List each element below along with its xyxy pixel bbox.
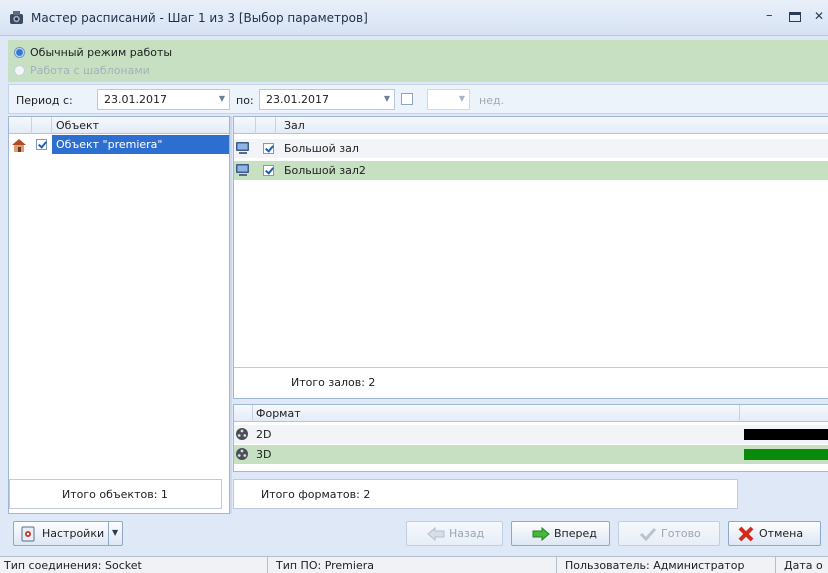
date-from-value: 23.01.2017 <box>104 93 167 106</box>
chevron-down-icon[interactable]: ▼ <box>384 94 390 103</box>
table-row[interactable]: 3D <box>234 445 828 464</box>
column-header-hall[interactable]: Зал <box>284 119 305 132</box>
radio-label: Обычный режим работы <box>30 45 173 59</box>
weeks-label: нед. <box>479 94 505 107</box>
split-separator <box>108 522 109 545</box>
object-name: Объект "premiera" <box>56 138 163 151</box>
formats-grid-header: Формат <box>234 405 828 422</box>
formats-grid: Формат 2D 3D <box>233 404 828 472</box>
period-bar: Период с: 23.01.2017 ▼ по: 23.01.2017 ▼ … <box>8 84 828 114</box>
close-icon <box>738 526 754 541</box>
building-icon <box>12 139 26 152</box>
cancel-button-label: Отмена <box>759 527 804 540</box>
table-row[interactable]: Большой зал <box>234 139 828 158</box>
period-from-label: Период с: <box>16 94 73 107</box>
format-name: 2D <box>256 428 272 441</box>
minimize-button[interactable]: – <box>766 8 780 26</box>
film-reel-icon <box>236 428 248 440</box>
settings-button[interactable]: Настройки ▼ <box>13 521 123 546</box>
format-color-swatch <box>744 449 828 460</box>
status-bar: Тип соединения: Socket Тип ПО: Premiera … <box>0 556 828 573</box>
weeks-input[interactable]: ▼ <box>427 89 470 110</box>
row-checkbox[interactable] <box>263 165 274 176</box>
weeks-checkbox[interactable] <box>401 93 413 105</box>
radio-normal-mode[interactable]: Обычный режим работы <box>14 44 172 60</box>
chevron-down-icon[interactable]: ▼ <box>112 528 118 537</box>
checkmark-icon <box>639 527 657 541</box>
close-button[interactable]: ✕ <box>814 9 828 25</box>
monitor-icon <box>236 164 249 176</box>
date-from-input[interactable]: 23.01.2017 ▼ <box>97 89 230 110</box>
column-header-object[interactable]: Объект <box>56 119 99 132</box>
column-separator <box>51 117 52 134</box>
date-to-value: 23.01.2017 <box>266 93 329 106</box>
radio-button-checked[interactable] <box>14 46 25 58</box>
title-bar: Мастер расписаний - Шаг 1 из 3 [Выбор па… <box>0 0 828 36</box>
settings-button-label: Настройки <box>42 527 105 540</box>
period-to-label: по: <box>236 94 254 107</box>
formats-footer: Итого форматов: 2 <box>233 474 828 514</box>
forward-button-label: Вперед <box>554 527 597 540</box>
format-color-swatch <box>744 429 828 440</box>
table-row[interactable]: Большой зал2 <box>234 161 828 180</box>
status-user: Пользователь: Администратор <box>557 557 776 573</box>
halls-total: Итого залов: 2 <box>234 367 828 397</box>
halls-grid: Зал Большой зал Большой зал2 Итого залов… <box>233 116 828 399</box>
vertical-splitter[interactable] <box>230 116 232 514</box>
row-checkbox[interactable] <box>36 139 47 150</box>
done-button[interactable]: Готово <box>618 521 720 546</box>
column-separator <box>255 117 256 134</box>
date-to-input[interactable]: 23.01.2017 ▼ <box>259 89 395 110</box>
objects-grid-header: Объект <box>9 117 229 134</box>
format-name: 3D <box>256 448 272 461</box>
schedule-wizard-icon <box>10 11 23 24</box>
column-separator <box>739 405 740 422</box>
back-button-label: Назад <box>449 527 485 540</box>
forward-button[interactable]: Вперед <box>511 521 610 546</box>
back-button[interactable]: Назад <box>406 521 503 546</box>
radio-label: Работа с шаблонами <box>30 63 150 77</box>
mode-panel: Обычный режим работы Работа с шаблонами <box>8 40 828 82</box>
column-header-format[interactable]: Формат <box>256 407 301 420</box>
done-button-label: Готово <box>661 527 701 540</box>
status-connection: Тип соединения: Socket <box>0 557 268 573</box>
formats-total: Итого форматов: 2 <box>233 479 738 509</box>
window-title: Мастер расписаний - Шаг 1 из 3 [Выбор па… <box>31 11 368 25</box>
arrow-left-icon <box>427 526 445 541</box>
maximize-button[interactable] <box>789 12 801 22</box>
table-row[interactable]: 2D <box>234 425 828 444</box>
monitor-icon <box>236 142 249 154</box>
hall-name: Большой зал2 <box>284 164 366 177</box>
column-separator <box>31 117 32 134</box>
objects-total: Итого объектов: 1 <box>9 479 222 509</box>
radio-button[interactable] <box>14 64 25 76</box>
film-reel-icon <box>236 448 248 460</box>
row-checkbox[interactable] <box>263 143 274 154</box>
table-row[interactable]: Объект "premiera" <box>9 135 229 154</box>
hall-name: Большой зал <box>284 142 359 155</box>
halls-grid-header: Зал <box>234 117 828 134</box>
arrow-right-icon <box>532 526 550 541</box>
objects-grid: Объект Объект "premiera" Итого объектов:… <box>8 116 230 514</box>
status-date: Дата о <box>784 559 823 572</box>
status-software: Тип ПО: Premiera <box>268 557 557 573</box>
cancel-button[interactable]: Отмена <box>728 521 821 546</box>
radio-template-mode[interactable]: Работа с шаблонами <box>14 62 150 78</box>
button-bar: Настройки ▼ Назад Вперед Готово Отмена <box>8 516 828 554</box>
column-separator <box>252 405 253 422</box>
column-separator <box>275 117 276 134</box>
settings-icon <box>21 526 35 541</box>
chevron-down-icon[interactable]: ▼ <box>459 94 465 103</box>
chevron-down-icon[interactable]: ▼ <box>219 94 225 103</box>
